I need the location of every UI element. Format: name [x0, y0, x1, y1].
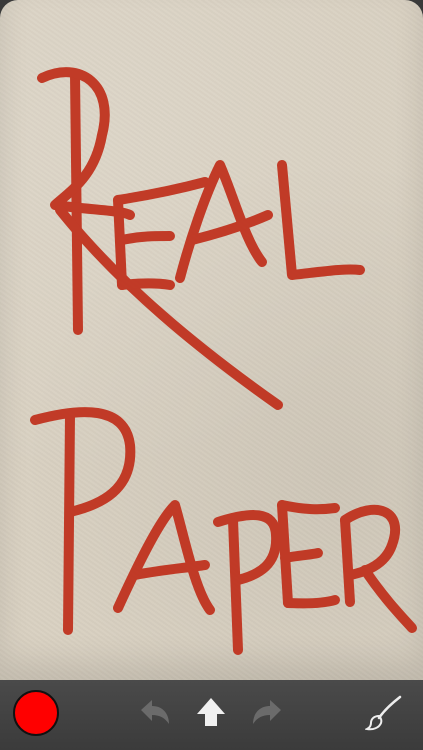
hand-drawn-letter-l: [277, 160, 365, 280]
redo-arrow-icon: [253, 700, 281, 724]
app-screen: [0, 0, 423, 750]
paintbrush-icon: [365, 695, 402, 731]
hand-drawn-letter-p2: [30, 407, 136, 635]
color-picker-button[interactable]: [13, 690, 59, 736]
undo-button[interactable]: [135, 692, 175, 732]
drawing-layer: [30, 67, 417, 655]
redo-button[interactable]: [247, 692, 287, 732]
hand-drawn-letter-r2: [340, 504, 417, 633]
hand-drawn-letter-e2: [277, 500, 340, 609]
up-arrow-icon: [197, 698, 225, 726]
hand-drawn-letter-p3: [213, 510, 282, 655]
brush-tool-button[interactable]: [365, 692, 405, 732]
share-button[interactable]: [191, 692, 231, 732]
hand-drawn-letter-a2: [113, 500, 215, 615]
undo-arrow-icon: [141, 700, 169, 724]
